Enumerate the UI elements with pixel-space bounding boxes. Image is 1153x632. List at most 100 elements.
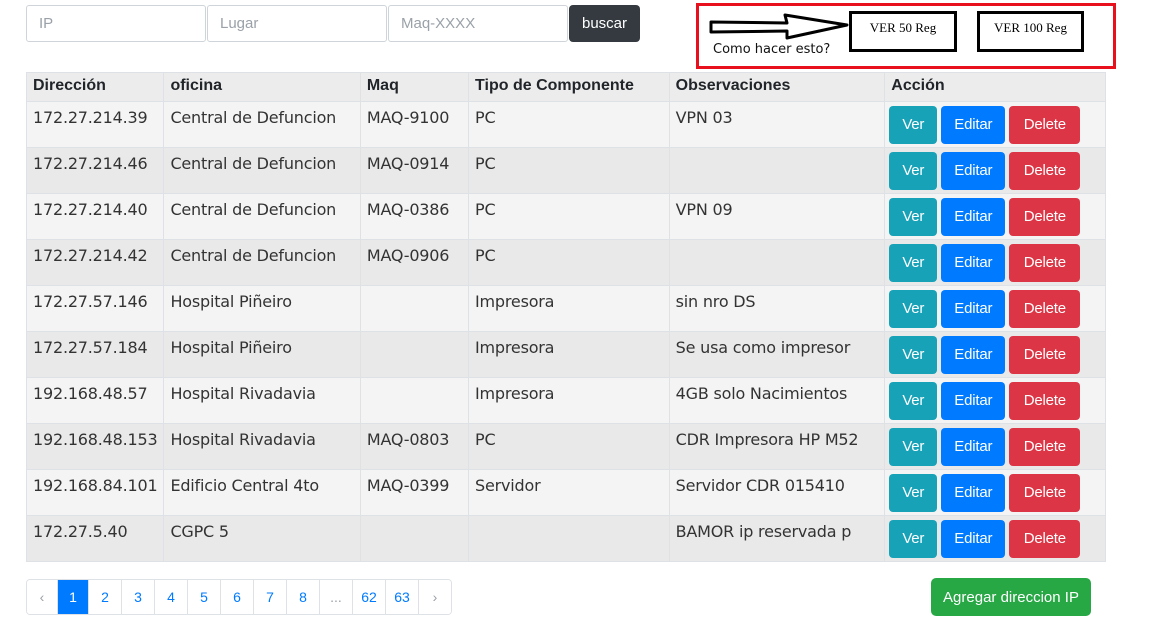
page-prev-button[interactable]: ‹ [27,580,57,614]
cell-actions: Ver Editar Delete [884,193,1106,240]
annotation-question: Como hacer esto? [713,42,831,57]
cell-type: PC [468,147,670,194]
cell-maq: MAQ-0906 [359,239,470,286]
page-link-4[interactable]: 4 [154,580,187,614]
ver-button[interactable]: Ver [889,382,938,420]
page-link-6[interactable]: 6 [220,580,253,614]
delete-button[interactable]: Delete [1009,474,1081,512]
ver-button[interactable]: Ver [889,520,938,558]
lugar-search-input[interactable] [207,5,387,42]
cell-type: PC [468,101,670,148]
delete-button[interactable]: Delete [1009,152,1081,190]
cell-maq: MAQ-0803 [359,423,470,470]
cell-address: 172.27.57.184 [25,331,165,378]
editar-button[interactable]: Editar [941,520,1006,558]
table-row: 192.168.84.101 Edificio Central 4to MAQ-03… [25,469,1106,516]
cell-maq [359,285,470,332]
delete-button[interactable]: Delete [1009,106,1081,144]
editar-button[interactable]: Editar [941,428,1006,466]
ver-button[interactable]: Ver [889,152,938,190]
table-row: 172.27.57.184 Hospital Piñeiro Impresora Se… [25,331,1106,378]
delete-button[interactable]: Delete [1009,428,1081,466]
cell-address: 192.168.48.57 [25,377,165,424]
cell-actions: Ver Editar Delete [884,469,1106,516]
page-link-62[interactable]: 62 [352,580,385,614]
page-link-8[interactable]: 8 [286,580,319,614]
ver-button[interactable]: Ver [889,244,938,282]
ver-button[interactable]: Ver [889,474,938,512]
page-next-button[interactable]: › [418,580,451,614]
cell-notes: VPN 09 [668,193,886,240]
editar-button[interactable]: Editar [941,336,1006,374]
editar-button[interactable]: Editar [941,106,1006,144]
cell-notes: BAMOR ip reservada p [668,515,886,562]
cell-address: 172.27.5.40 [25,515,165,562]
editar-button[interactable]: Editar [941,290,1006,328]
table-row: 172.27.5.40 CGPC 5 BAMOR ip reservada p Ver… [25,515,1106,562]
editar-button[interactable]: Editar [941,152,1006,190]
ver-button[interactable]: Ver [889,428,938,466]
table-row: 192.168.48.57 Hospital Rivadavia Impresora… [25,377,1106,424]
cell-notes: Servidor CDR 015410 [668,469,886,516]
cell-actions: Ver Editar Delete [884,239,1106,286]
cell-maq [359,515,470,562]
cell-maq: MAQ-0914 [359,147,470,194]
delete-button[interactable]: Delete [1009,520,1081,558]
cell-actions: Ver Editar Delete [884,331,1106,378]
page-ellipsis: ... [319,580,352,614]
editar-button[interactable]: Editar [941,474,1006,512]
table-row: 172.27.214.46 Central de Defuncion MAQ-091… [25,147,1106,194]
ip-search-input[interactable] [26,5,206,42]
ver-button[interactable]: Ver [889,198,938,236]
table-header-row: Dirección oficina Maq Tipo de Componente… [25,72,1106,102]
cell-notes: VPN 03 [668,101,886,148]
page-link-3[interactable]: 3 [121,580,154,614]
editar-button[interactable]: Editar [941,244,1006,282]
cell-maq: MAQ-9100 [359,101,470,148]
cell-actions: Ver Editar Delete [884,377,1106,424]
cell-office: Hospital Rivadavia [163,377,361,424]
buscar-button[interactable]: buscar [569,5,640,42]
ver-button[interactable]: Ver [889,336,938,374]
annotation-box: Como hacer esto? VER 50 Reg VER 100 Reg [696,3,1116,69]
table-row: 172.27.214.39 Central de Defuncion MAQ-910… [25,101,1106,148]
page-link-7[interactable]: 7 [253,580,286,614]
cell-notes: 4GB solo Nacimientos [668,377,886,424]
table-row: 172.27.214.42 Central de Defuncion MAQ-090… [25,239,1106,286]
cell-address: 172.27.214.42 [25,239,165,286]
page-link-2[interactable]: 2 [88,580,121,614]
cell-office: Central de Defuncion [163,193,361,240]
delete-button[interactable]: Delete [1009,336,1081,374]
cell-address: 172.27.214.40 [25,193,165,240]
maq-search-input[interactable] [388,5,568,42]
add-ip-button[interactable]: Agregar direccion IP [931,578,1091,616]
delete-button[interactable]: Delete [1009,198,1081,236]
cell-actions: Ver Editar Delete [884,423,1106,470]
delete-button[interactable]: Delete [1009,290,1081,328]
header-oficina: oficina [163,72,361,102]
cell-notes [668,147,886,194]
ver-button[interactable]: Ver [889,290,938,328]
cell-maq [359,331,470,378]
table-row: 172.27.57.146 Hospital Piñeiro Impresora si… [25,285,1106,332]
delete-button[interactable]: Delete [1009,382,1081,420]
cell-type: PC [468,239,670,286]
view-50-records-mock-button: VER 50 Reg [849,11,957,52]
page-link-63[interactable]: 63 [385,580,418,614]
editar-button[interactable]: Editar [941,198,1006,236]
editar-button[interactable]: Editar [941,382,1006,420]
cell-actions: Ver Editar Delete [884,101,1106,148]
cell-actions: Ver Editar Delete [884,285,1106,332]
header-observaciones: Observaciones [668,72,886,102]
cell-office: Hospital Piñeiro [163,285,361,332]
ver-button[interactable]: Ver [889,106,938,144]
cell-actions: Ver Editar Delete [884,147,1106,194]
page-link-1[interactable]: 1 [57,580,88,614]
cell-office: CGPC 5 [163,515,361,562]
delete-button[interactable]: Delete [1009,244,1081,282]
header-accion: Acción [884,72,1106,102]
page-link-5[interactable]: 5 [187,580,220,614]
cell-type [468,515,670,562]
arrow-right-icon [709,13,849,40]
pagination: ‹ 1 2 3 4 5 6 7 8... 62 63 › [26,579,452,615]
